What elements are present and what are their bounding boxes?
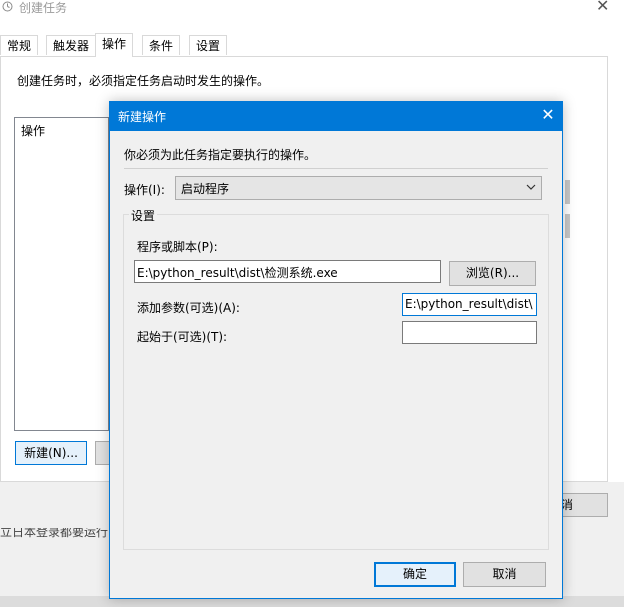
background-control-edge [565, 214, 570, 238]
close-icon[interactable]: ✕ [596, 0, 609, 15]
start-in-input[interactable] [402, 321, 537, 344]
action-type-dropdown[interactable] [175, 176, 542, 200]
tab-conditions[interactable]: 条件 [142, 35, 181, 55]
ok-button[interactable]: 确定 [374, 562, 456, 587]
action-type-selected[interactable]: 启动程序 [181, 180, 229, 197]
tab-settings[interactable]: 设置 [189, 35, 228, 55]
divider [124, 168, 548, 169]
browse-button[interactable]: 浏览(R)... [449, 261, 536, 286]
program-script-input[interactable]: E:\python_result\dist\检测系统.exe [134, 260, 441, 283]
task-clock-icon [2, 1, 13, 12]
new-action-title: 新建操作 [118, 110, 167, 124]
chevron-down-icon[interactable] [524, 178, 538, 196]
settings-group-label: 设置 [129, 207, 158, 224]
tab-general[interactable]: 常规 [0, 35, 39, 55]
background-control-edge [565, 180, 570, 204]
create-task-titlebar [0, 0, 624, 16]
new-action-titlebar [110, 102, 562, 131]
create-task-title: 创建任务 [19, 1, 68, 15]
action-type-label: 操作(I): [124, 183, 165, 197]
cancel-button[interactable]: 取消 [463, 562, 546, 587]
tab-triggers[interactable]: 触发器 [46, 35, 97, 55]
program-script-label: 程序或脚本(P): [137, 240, 218, 254]
add-arguments-label: 添加参数(可选)(A): [137, 301, 240, 315]
actions-list[interactable] [14, 117, 109, 431]
new-action-button[interactable]: 新建(N)... [15, 441, 87, 465]
add-arguments-input[interactable]: E:\python_result\dist\ [402, 293, 537, 316]
run-whether-logged-on-text: 立日本登录都要运行 [0, 528, 109, 539]
actions-list-header[interactable]: 操作 [21, 122, 45, 139]
actions-description: 创建任务时，必须指定任务启动时发生的操作。 [17, 74, 270, 88]
dialog-prompt: 你必须为此任务指定要执行的操作。 [124, 148, 317, 162]
tab-actions[interactable]: 操作 [95, 33, 134, 57]
close-icon[interactable]: ✕ [538, 104, 558, 126]
start-in-label: 起始于(可选)(T): [137, 330, 228, 344]
